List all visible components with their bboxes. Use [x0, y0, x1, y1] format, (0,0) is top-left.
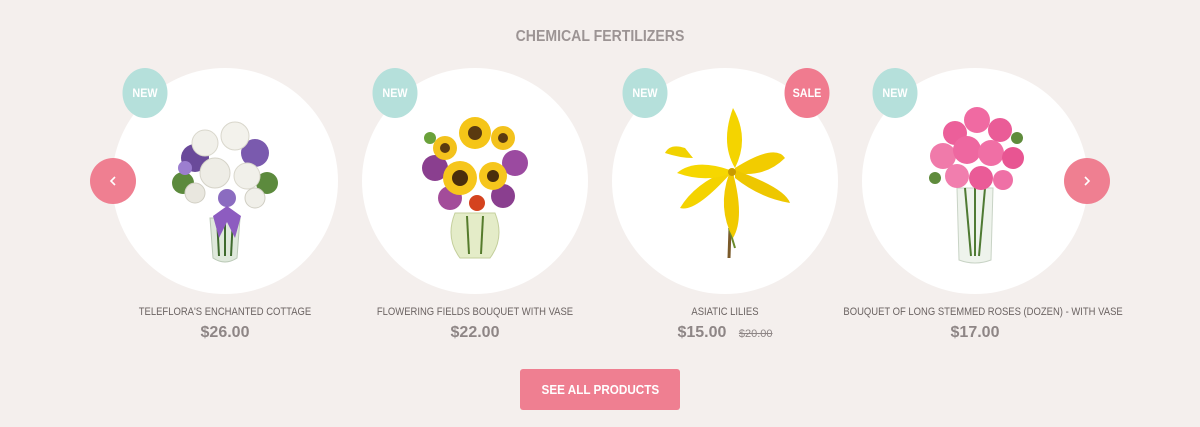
- product-price: $15.00: [677, 324, 727, 341]
- new-badge: NEW: [622, 68, 668, 118]
- product-price: $22.00: [450, 324, 500, 341]
- product-price: $17.00: [950, 324, 1000, 341]
- section-title: CHEMICAL FERTILIZERS: [515, 28, 685, 45]
- carousel-prev-button[interactable]: [90, 158, 136, 204]
- product-old-price: $20.00: [738, 328, 773, 340]
- carousel-next-button[interactable]: [1064, 158, 1110, 204]
- yellow-lily-image: [665, 108, 790, 259]
- new-badge: NEW: [122, 68, 168, 118]
- product-name[interactable]: ASIATIC LILIES: [593, 306, 856, 318]
- see-all-products-label: SEE ALL PRODUCTS: [541, 382, 659, 397]
- product-image-circle[interactable]: NEW: [862, 68, 1088, 294]
- new-badge: NEW: [372, 68, 418, 118]
- chevron-right-icon: [1084, 176, 1091, 186]
- product-image-circle[interactable]: NEW: [112, 68, 338, 294]
- chevron-left-icon: [109, 176, 116, 186]
- product-name[interactable]: BOUQUET OF LONG STEMMED ROSES (DOZEN) - …: [843, 306, 1122, 318]
- product-image-circle[interactable]: NEW: [362, 68, 588, 294]
- product-image-circle[interactable]: NEW SALE: [612, 68, 838, 294]
- sale-badge: SALE: [784, 68, 830, 118]
- new-badge: NEW: [872, 68, 918, 118]
- sunflower-bouquet-image: [422, 117, 528, 259]
- lavender-white-rose-bouquet-image: [172, 121, 278, 263]
- pink-roses-vase-image: [929, 107, 1024, 264]
- price-row: $17.00: [822, 324, 1128, 342]
- product-name[interactable]: FLOWERING FIELDS BOUQUET WITH VASE: [343, 306, 606, 318]
- product-name[interactable]: TELEFLORA'S ENCHANTED COTTAGE: [93, 306, 356, 318]
- product-price: $26.00: [200, 324, 250, 341]
- see-all-products-button[interactable]: SEE ALL PRODUCTS: [520, 369, 680, 410]
